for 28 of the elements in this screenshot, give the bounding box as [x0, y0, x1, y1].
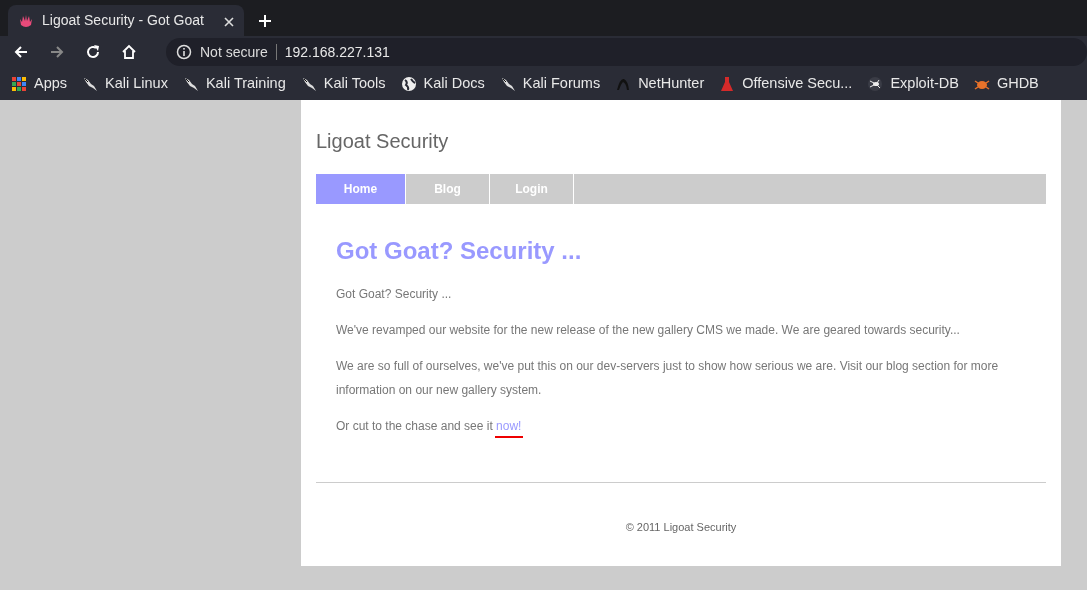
url-text: 192.168.227.131 [284, 42, 390, 62]
globe-icon [400, 76, 417, 92]
bookmark-item[interactable]: Kali Linux [82, 73, 168, 95]
bookmark-item[interactable]: Kali Forums [499, 73, 601, 95]
site-title: Ligoat Security [316, 129, 450, 154]
paragraph: We are so full of ourselves, we've put this on our dev-servers just to show how serious we are. Visit our blog section for more information on our new gallery system. [336, 358, 1000, 399]
bookmark-item[interactable]: Exploit-DB [867, 73, 959, 95]
info-icon[interactable] [176, 44, 192, 60]
paragraph: Or cut to the chase and see it now! [336, 414, 1026, 438]
flask-icon [719, 76, 736, 92]
bookmark-item[interactable]: Kali Docs [400, 73, 485, 95]
bookmark-item[interactable]: Kali Tools [300, 73, 386, 95]
footer-text: © 2011 Ligoat Security [624, 520, 738, 535]
page-heading: Got Goat? Security ... [336, 236, 583, 266]
browser-tab[interactable]: Ligoat Security - Got Goat [8, 5, 244, 36]
bookmark-item[interactable]: Kali Training [182, 73, 286, 95]
address-bar[interactable]: Not secure 192.168.227.131 [166, 38, 1087, 66]
bookmark-item[interactable]: Offensive Secu... [719, 73, 853, 95]
paragraph: We've revamped our website for the new release of the new gallery CMS we made. We are geared towards security... [336, 322, 961, 339]
tab-title: Ligoat Security - Got Goat [42, 11, 205, 30]
paragraph: Got Goat? Security ... [336, 286, 453, 303]
new-tab-icon[interactable] [258, 14, 272, 29]
bookmark-item[interactable]: NetHunter [615, 73, 705, 95]
apps-icon [11, 76, 27, 92]
bookmark-item[interactable]: GHDB [973, 73, 1039, 95]
close-icon[interactable] [224, 17, 234, 28]
security-label: Not secure [200, 44, 277, 60]
bookmark-item[interactable]: Apps [11, 73, 68, 95]
